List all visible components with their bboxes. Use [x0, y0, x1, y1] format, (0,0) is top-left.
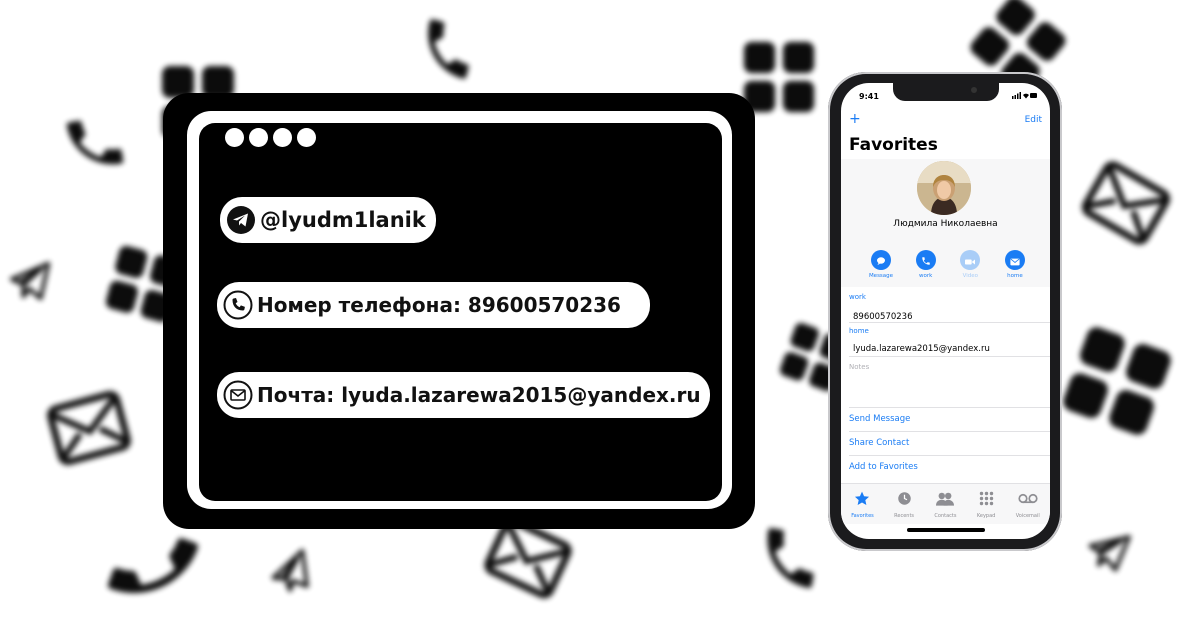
bg-mail-icon [1073, 152, 1179, 254]
page-title: Favorites [849, 135, 938, 155]
divider [849, 455, 1050, 456]
call-action-button[interactable]: work [908, 250, 944, 279]
add-to-favorites-link[interactable]: Add to Favorites [849, 462, 918, 472]
video-action-label: Video [962, 273, 979, 279]
mail-action-button[interactable]: home [997, 250, 1033, 279]
phone-screen: 9:41 + Edit Favorites Людмила Николаевна… [841, 83, 1050, 539]
tab-voicemail[interactable]: Voicemail [1016, 484, 1040, 524]
send-message-link[interactable]: Send Message [849, 414, 910, 424]
phone-number-text: Номер телефона: 89600570236 [257, 293, 621, 317]
divider [849, 407, 1050, 408]
video-action-button[interactable]: Video [952, 250, 988, 279]
tab-contacts[interactable]: Contacts [934, 484, 956, 524]
window-dot [225, 128, 244, 147]
phone-field-label: work [849, 293, 866, 301]
edit-button[interactable]: Edit [1025, 115, 1042, 125]
contact-name: Людмила Николаевна [893, 219, 998, 229]
tab-favorites[interactable]: Favorites [851, 484, 874, 524]
add-contact-button[interactable]: + [849, 111, 861, 127]
bg-phone-icon [747, 503, 833, 614]
bg-telegram-icon [260, 542, 325, 603]
mail-action-label: home [1007, 273, 1023, 279]
phone-icon [921, 251, 931, 270]
voicemail-icon [1018, 491, 1038, 510]
status-time: 9:41 [859, 92, 879, 101]
phone-icon [223, 290, 253, 320]
contact-actions: Message work Video home [863, 250, 1033, 279]
star-icon [854, 491, 870, 510]
tab-recents[interactable]: Recents [894, 484, 914, 524]
keypad-icon [979, 491, 994, 510]
share-contact-link[interactable]: Share Contact [849, 438, 909, 448]
divider [849, 322, 1050, 323]
phone-notch [893, 83, 999, 101]
bg-telegram-icon [1082, 522, 1136, 579]
email-field-value[interactable]: lyuda.lazarewa2015@yandex.ru [853, 344, 990, 354]
tab-label: Voicemail [1015, 513, 1040, 519]
tab-label: Favorites [851, 513, 874, 519]
home-indicator [907, 528, 985, 532]
bg-phone-icon [408, 9, 489, 90]
avatar [917, 161, 971, 215]
tab-keypad[interactable]: Keypad [977, 484, 995, 524]
window-dot [249, 128, 268, 147]
clock-icon [897, 491, 912, 510]
bg-grid-icon [740, 38, 818, 116]
phone-contact-pill[interactable]: Номер телефона: 89600570236 [217, 282, 650, 328]
contacts-icon [936, 491, 955, 510]
bg-telegram-icon [8, 258, 54, 304]
status-icons [1012, 92, 1038, 101]
bg-grid-icon [1054, 318, 1180, 444]
telegram-icon [226, 205, 256, 235]
window-dot [297, 128, 316, 147]
tab-label: Contacts [934, 513, 957, 519]
telegram-handle: @lyudm1lanik [260, 208, 426, 232]
camera-icon [971, 87, 977, 93]
divider [849, 431, 1050, 432]
email-contact-pill[interactable]: Почта: lyuda.lazarewa2015@yandex.ru [217, 372, 710, 418]
email-field-label: home [849, 327, 869, 335]
message-action-button[interactable]: Message [863, 250, 899, 279]
tab-label: Recents [894, 513, 915, 519]
mail-icon [223, 380, 253, 410]
video-icon [965, 251, 976, 270]
bg-mail-icon [40, 384, 137, 473]
divider [849, 356, 1050, 357]
tab-label: Keypad [976, 513, 996, 519]
email-text: Почта: lyuda.lazarewa2015@yandex.ru [257, 383, 701, 407]
tab-bar: Favorites Recents Contacts Keypad Voicem… [841, 483, 1050, 524]
message-icon [876, 251, 886, 270]
mail-icon [1010, 251, 1020, 270]
window-dot [273, 128, 292, 147]
notes-field[interactable]: Notes [849, 363, 869, 371]
telegram-contact-pill[interactable]: @lyudm1lanik [220, 197, 436, 243]
window-dots [225, 128, 316, 147]
bg-phone-icon [57, 105, 133, 181]
phone-field-value[interactable]: 89600570236 [853, 312, 913, 322]
call-action-label: work [919, 273, 933, 279]
message-action-label: Message [868, 273, 894, 279]
